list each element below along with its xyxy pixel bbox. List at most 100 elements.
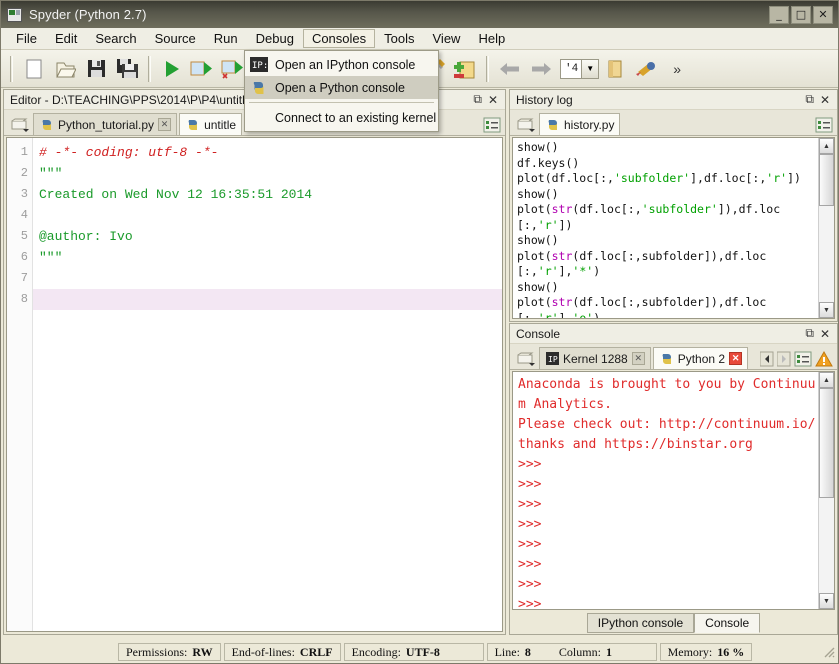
console-tab-close-icon[interactable]: ✕ xyxy=(729,352,743,365)
menu-source[interactable]: Source xyxy=(146,29,205,48)
new-file-icon[interactable] xyxy=(19,54,49,84)
editor-undock-icon[interactable]: ⧉ xyxy=(473,92,482,107)
toolbar-separator xyxy=(10,55,13,82)
menu-item-label: Open an IPython console xyxy=(275,57,416,72)
code-line: Created on Wed Nov 12 16:35:51 2014 xyxy=(39,187,313,202)
menu-view[interactable]: View xyxy=(424,29,470,48)
history-undock-icon[interactable]: ⧉ xyxy=(805,92,814,107)
chevron-down-icon[interactable]: ▼ xyxy=(581,59,599,78)
console-output-area[interactable]: Anaconda is brought to you by Continuum … xyxy=(512,371,835,610)
scroll-track[interactable] xyxy=(819,388,834,593)
history-entry: plot(str(df.loc[:,subfolder]),df.loc[:,'… xyxy=(517,248,767,279)
history-log-pane: History log ⧉ ✕ history.py show() df.keys… xyxy=(509,89,838,322)
line-number-gutter: 1 2 3 4 5 6 7 8 xyxy=(7,138,33,631)
console-undock-icon[interactable]: ⧉ xyxy=(805,326,814,341)
working-directory-combo[interactable]: '4 ▼ xyxy=(560,58,600,79)
column-label: Column: xyxy=(558,644,601,659)
menu-item-connect-existing-kernel[interactable]: Connect to an existing kernel xyxy=(245,106,438,129)
code-editor[interactable]: 1 2 3 4 5 6 7 8 # -*- coding: utf-8 -*- … xyxy=(6,137,503,632)
tab-ipython-console[interactable]: IPython console xyxy=(586,613,695,633)
tab-console[interactable]: Console xyxy=(694,613,761,633)
memory-label: Memory: xyxy=(667,644,713,659)
back-arrow-icon[interactable] xyxy=(495,54,525,84)
code-line: """ xyxy=(39,250,63,265)
console-tab-kernel[interactable]: IP Kernel 1288 ✕ xyxy=(539,347,651,369)
console-warning-icon[interactable] xyxy=(815,351,833,367)
editor-tab-untitled[interactable]: untitle xyxy=(179,113,243,135)
scroll-thumb[interactable] xyxy=(819,154,834,206)
menu-edit[interactable]: Edit xyxy=(46,29,86,48)
editor-close-icon[interactable]: ✕ xyxy=(488,93,498,107)
console-options-icon[interactable] xyxy=(794,351,812,367)
ipython-kernel-icon: IP xyxy=(546,352,559,365)
python-path-icon[interactable] xyxy=(631,54,661,84)
close-button[interactable]: ✕ xyxy=(813,5,833,24)
scroll-track[interactable] xyxy=(819,154,834,302)
scroll-up-icon[interactable]: ▲ xyxy=(819,138,834,154)
scroll-down-icon[interactable]: ▼ xyxy=(819,593,834,609)
history-options-icon[interactable] xyxy=(815,117,833,133)
line-number: 4 xyxy=(20,208,28,222)
console-tab-python2[interactable]: Python 2 ✕ xyxy=(652,347,749,369)
run-cell-icon[interactable] xyxy=(188,54,218,84)
line-number: 7 xyxy=(20,271,28,285)
python-icon xyxy=(249,79,269,97)
history-scrollbar[interactable]: ▲ ▼ xyxy=(818,138,834,318)
history-tab-label: history.py xyxy=(564,117,615,132)
console-next-tab-icon[interactable] xyxy=(777,351,791,367)
menu-file[interactable]: File xyxy=(7,29,46,48)
code-text[interactable]: # -*- coding: utf-8 -*- """ Created on W… xyxy=(33,138,502,631)
menu-debug[interactable]: Debug xyxy=(247,29,303,48)
status-spacer xyxy=(5,643,115,661)
toolbar-separator-2 xyxy=(148,55,151,82)
menu-search[interactable]: Search xyxy=(86,29,145,48)
spyder-app-icon xyxy=(7,7,22,22)
toolbar-overflow-icon[interactable]: » xyxy=(662,54,692,84)
console-close-icon[interactable]: ✕ xyxy=(820,327,830,341)
menu-consoles[interactable]: Consoles xyxy=(302,29,376,48)
add-path-icon[interactable] xyxy=(450,54,480,84)
menu-run[interactable]: Run xyxy=(205,29,247,48)
line-number: 3 xyxy=(20,187,28,201)
resize-grip-icon[interactable] xyxy=(822,645,836,659)
minimize-button[interactable]: _ xyxy=(769,5,789,24)
forward-arrow-icon[interactable] xyxy=(526,54,556,84)
menu-tools[interactable]: Tools xyxy=(375,29,423,48)
scroll-down-icon[interactable]: ▼ xyxy=(819,302,834,318)
svg-text:IP:: IP: xyxy=(252,61,268,71)
line-number: 8 xyxy=(20,292,28,306)
status-encoding: Encoding: UTF-8 xyxy=(343,643,484,661)
scroll-up-icon[interactable]: ▲ xyxy=(819,372,834,388)
save-file-icon[interactable] xyxy=(81,54,111,84)
editor-tab-python-tutorial[interactable]: Python_tutorial.py ✕ xyxy=(33,113,178,135)
history-tab-history-py[interactable]: history.py xyxy=(539,113,621,135)
python-file-icon xyxy=(548,119,557,130)
console-prev-tab-icon[interactable] xyxy=(760,351,774,367)
run-file-icon[interactable] xyxy=(157,54,187,84)
history-close-icon[interactable]: ✕ xyxy=(820,93,830,107)
save-all-icon[interactable] xyxy=(112,54,142,84)
maximize-button[interactable]: □ xyxy=(791,5,811,24)
open-file-icon[interactable] xyxy=(50,54,80,84)
history-browse-tabs-icon[interactable] xyxy=(513,113,539,135)
editor-tab-close-icon[interactable]: ✕ xyxy=(158,118,172,131)
console-scrollbar[interactable]: ▲ ▼ xyxy=(818,372,834,609)
console-tab-close-icon[interactable]: ✕ xyxy=(631,352,645,365)
console-output: Anaconda is brought to you by Continuum … xyxy=(518,377,816,609)
history-content[interactable]: show() df.keys() plot(df.loc[:,'subfolder'… xyxy=(512,137,835,319)
editor-options-icon[interactable] xyxy=(483,117,501,133)
console-browse-tabs-icon[interactable] xyxy=(513,347,539,369)
line-number: 6 xyxy=(20,250,28,264)
line-label: Line: xyxy=(494,644,520,659)
menu-divider xyxy=(249,102,434,103)
console-bottom-tabs: IPython console Console xyxy=(510,610,837,634)
menu-help[interactable]: Help xyxy=(469,29,514,48)
open-directory-icon[interactable] xyxy=(600,54,630,84)
menu-item-open-python-console[interactable]: Open a Python console xyxy=(245,76,438,99)
window-controls: _ □ ✕ xyxy=(769,5,836,24)
menu-item-label: Open a Python console xyxy=(275,80,405,95)
scroll-thumb[interactable] xyxy=(819,388,834,498)
python-file-icon xyxy=(42,119,51,130)
editor-browse-tabs-icon[interactable] xyxy=(7,113,33,135)
menu-item-open-ipython-console[interactable]: IP: Open an IPython console xyxy=(245,53,438,76)
